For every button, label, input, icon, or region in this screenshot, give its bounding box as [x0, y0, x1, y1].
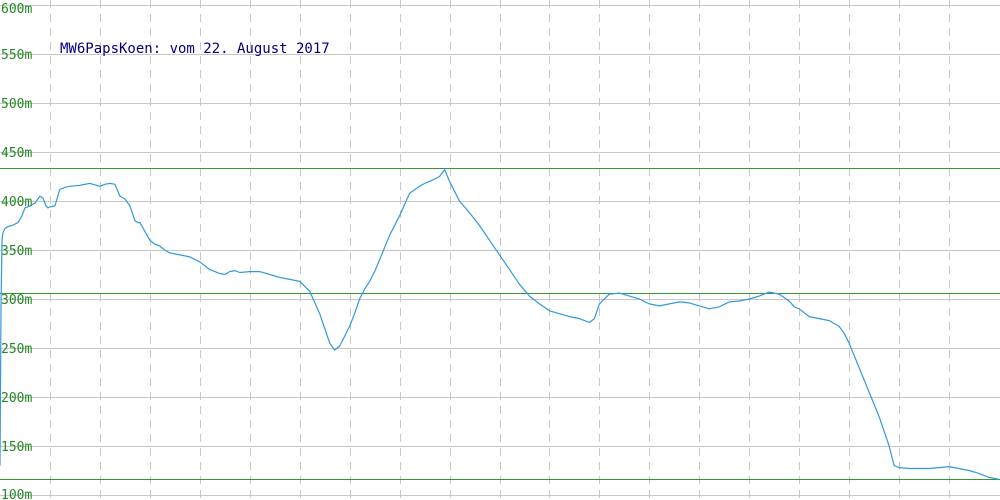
y-tick-label-600: 600m [1, 2, 32, 17]
y-tick-label-350: 350m [1, 244, 32, 259]
y-tick-label-550: 550m [1, 48, 32, 63]
y-tick-label-200: 200m [1, 391, 32, 406]
y-tick-label-400: 400m [1, 195, 32, 210]
y-tick-label-450: 450m [1, 146, 32, 161]
y-tick-label-500: 500m [1, 97, 32, 112]
elevation-chart: 100m 150m 200m 250m 300m 350m 400m 450m 500m 550m… [0, 0, 1000, 500]
y-tick-label-100: 100m [1, 488, 32, 500]
y-tick-label-150: 150m [1, 440, 32, 455]
y-tick-label-300: 300m [1, 293, 32, 308]
y-tick-label-250: 250m [1, 342, 32, 357]
chart-title: MW6PapsKoen: vom 22. August 2017 [60, 41, 330, 57]
